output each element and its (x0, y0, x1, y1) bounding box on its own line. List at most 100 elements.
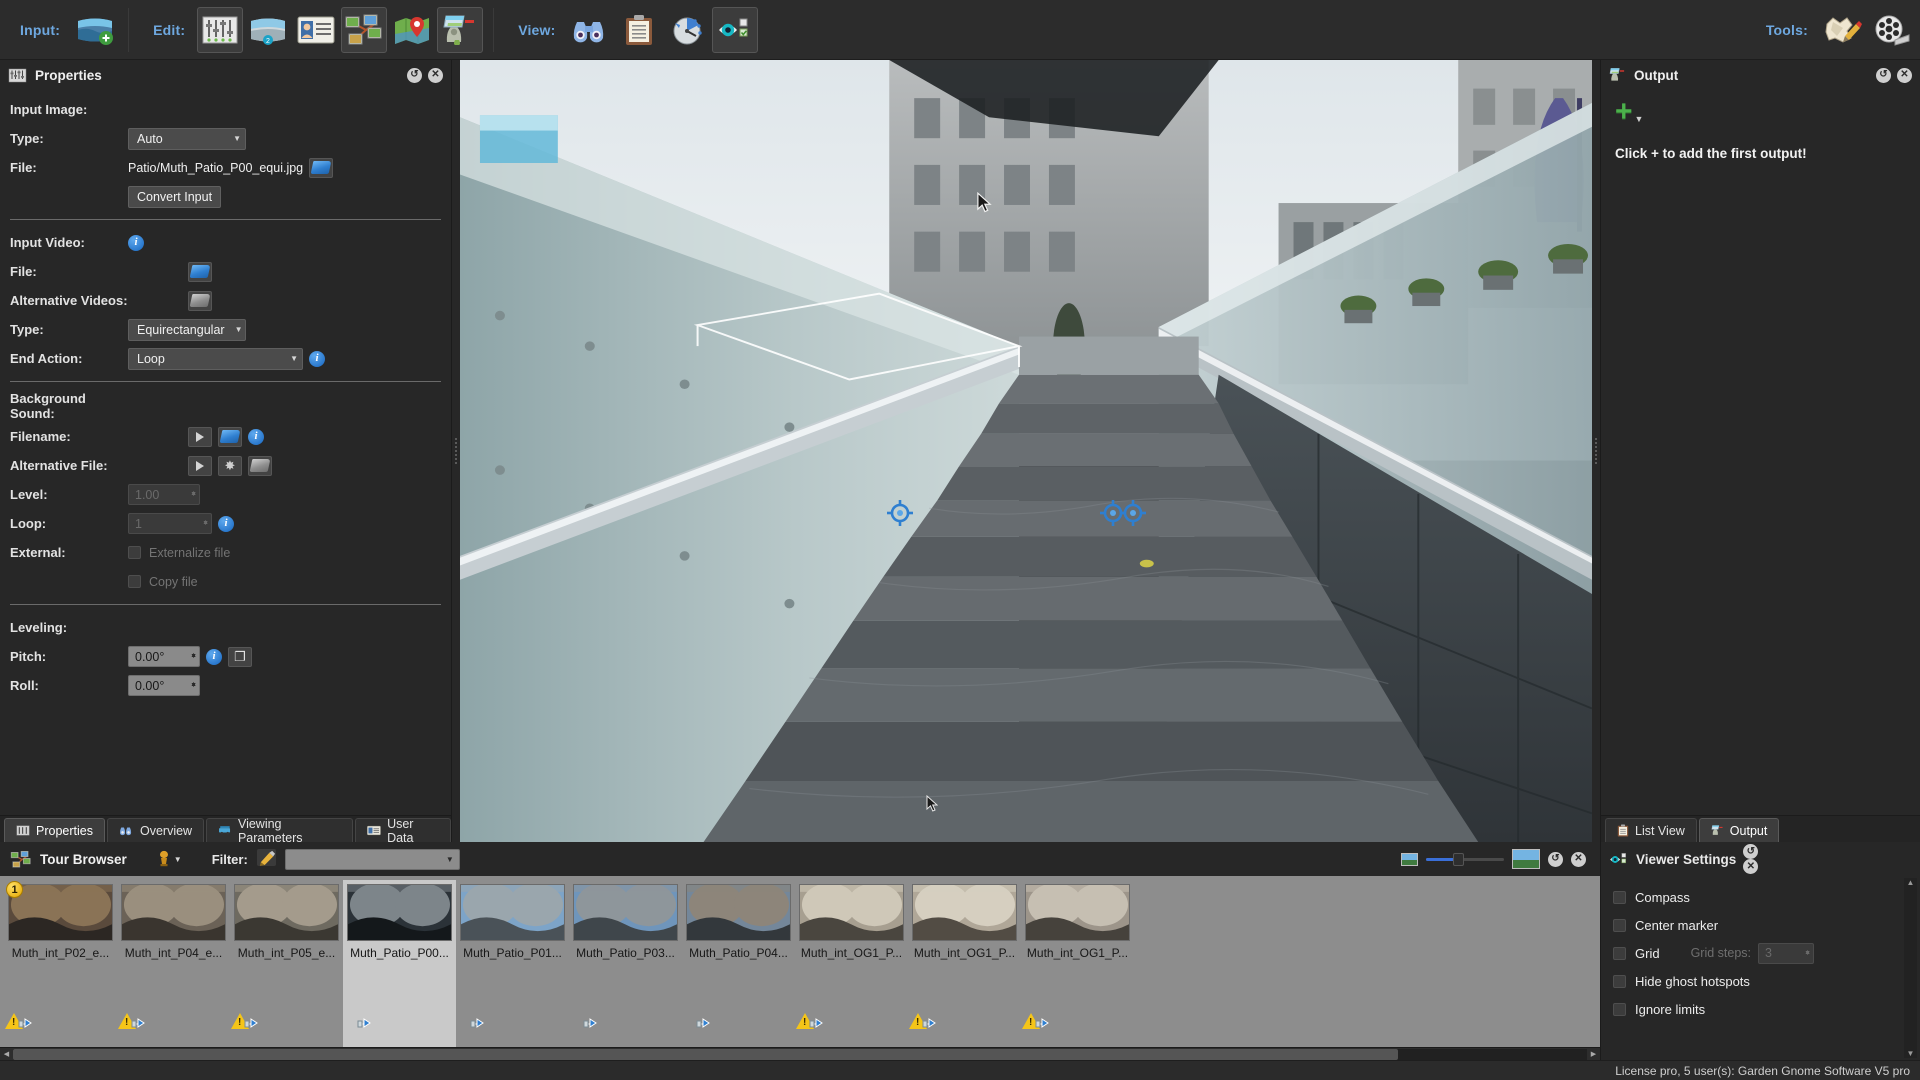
overview-tool-button[interactable] (568, 7, 614, 53)
filter-edit-button[interactable] (256, 848, 277, 870)
tab-properties[interactable]: Properties (4, 818, 105, 842)
tour-node-thumbnail[interactable]: Muth_int_P04_e... (117, 880, 230, 1047)
filter-input[interactable]: ▼ (285, 849, 460, 870)
play-alternative-sound-button[interactable] (188, 456, 212, 476)
hotspot-marker[interactable] (887, 500, 913, 526)
copy-pitch-button[interactable]: ❐ (228, 647, 252, 667)
tour-node-thumbnail[interactable]: 1Muth_int_P02_e... (4, 880, 117, 1047)
node-type-dropdown[interactable]: ▼ (157, 850, 182, 868)
end-action-info-icon[interactable]: i (309, 351, 325, 367)
grid-steps-stepper[interactable]: 3▲▼ (1758, 943, 1814, 964)
checkbox-icon[interactable] (1613, 947, 1626, 960)
viewer-setting-row[interactable]: Compass (1607, 883, 1920, 911)
small-thumbnail-icon (1401, 853, 1418, 866)
viewer-settings-scrollbar[interactable]: ▲ ▼ (1904, 878, 1917, 1058)
scrollbar-track[interactable] (13, 1049, 1587, 1060)
tour-node-thumbnail[interactable]: Muth_Patio_P03... (569, 880, 682, 1047)
browse-sound-file-button[interactable] (218, 427, 242, 447)
skin-editor-tool-button[interactable] (1820, 7, 1866, 53)
tour-node-thumbnail[interactable]: Muth_Patio_P01... (456, 880, 569, 1047)
panel-detach-button[interactable]: ↺ (1876, 68, 1891, 83)
copy-file-checkbox[interactable]: Copy file (128, 575, 198, 589)
input-image-type-select[interactable]: Auto ▼ (128, 128, 246, 150)
checkbox-icon[interactable] (1613, 975, 1626, 988)
end-action-select[interactable]: Loop ▼ (128, 348, 303, 370)
thumbnail-scrollbar[interactable]: ◀ ▶ (0, 1047, 1600, 1060)
viewer-setting-row[interactable]: GridGrid steps:3▲▼ (1607, 939, 1920, 967)
hotspot-marker[interactable] (1120, 500, 1146, 526)
panel-detach-button[interactable]: ↺ (1548, 852, 1563, 867)
play-sound-button[interactable] (188, 427, 212, 447)
viewer-setting-row[interactable]: Hide ghost hotspots (1607, 967, 1920, 995)
tour-node-thumbnail[interactable]: Muth_int_P05_e... (230, 880, 343, 1047)
panel-detach-button[interactable]: ↺ (407, 68, 422, 83)
new-input-panorama-button[interactable] (72, 7, 118, 53)
pitch-stepper[interactable]: 0.00° ▲▼ (128, 646, 200, 667)
map-tool-button[interactable] (389, 7, 435, 53)
patch-tool-button[interactable]: 2 (245, 7, 291, 53)
output-tool-button[interactable] (437, 7, 483, 53)
roll-stepper[interactable]: 0.00° ▲▼ (128, 675, 200, 696)
tab-viewing-parameters[interactable]: Viewing Parameters (206, 818, 353, 842)
scroll-left-icon[interactable]: ◀ (0, 1048, 13, 1061)
input-video-info-icon[interactable]: i (128, 235, 144, 251)
tour-node-thumbnail[interactable]: Muth_Patio_P00... (343, 880, 456, 1047)
tab-user-data[interactable]: User Data (355, 818, 451, 842)
tour-node-thumbnail[interactable]: Muth_Patio_P04... (682, 880, 795, 1047)
alternative-sound-settings-button[interactable]: ✸ (218, 456, 242, 476)
tour-nodes-icon (10, 850, 32, 869)
sound-filename-info-icon[interactable]: i (248, 429, 264, 445)
browse-input-image-button[interactable] (309, 158, 333, 178)
scroll-down-icon[interactable]: ▼ (1907, 1049, 1915, 1058)
thumbnail-size-control: ↺ ✕ (1401, 849, 1590, 869)
checkbox-icon[interactable] (1613, 891, 1626, 904)
tour-browser-tool-button[interactable] (341, 7, 387, 53)
properties-tool-button[interactable] (197, 7, 243, 53)
node-caption: Muth_int_OG1_P... (914, 946, 1015, 960)
pitch-info-icon[interactable]: i (206, 649, 222, 665)
panel-close-button[interactable]: ✕ (1571, 852, 1586, 867)
user-data-tool-button[interactable] (293, 7, 339, 53)
slider-knob[interactable] (1453, 853, 1464, 866)
viewer-settings-tool-button[interactable] (712, 7, 758, 53)
tab-overview[interactable]: Overview (107, 818, 204, 842)
sound-loop-stepper[interactable]: 1 ▲▼ (128, 513, 212, 534)
convert-input-button[interactable]: Convert Input (128, 186, 221, 208)
externalize-file-checkbox[interactable]: Externalize file (128, 546, 230, 560)
scroll-right-icon[interactable]: ▶ (1587, 1048, 1600, 1061)
input-video-type-select[interactable]: Equirectangular ▼ (128, 319, 246, 341)
sound-level-stepper[interactable]: 1.00 ▲▼ (128, 484, 200, 505)
hotspot-badge-icon (357, 1015, 373, 1031)
tab-output[interactable]: Output (1699, 818, 1780, 842)
checkbox-icon[interactable] (1613, 919, 1626, 932)
clipboard-icon (1617, 824, 1629, 837)
viewer-setting-row[interactable]: Ignore limits (1607, 995, 1920, 1023)
add-output-button[interactable]: + ▼ (1615, 100, 1906, 124)
list-view-tool-button[interactable] (616, 7, 662, 53)
panel-close-button[interactable]: ✕ (428, 68, 443, 83)
browse-alternative-videos-button[interactable] (188, 291, 212, 311)
panorama-viewport[interactable] (460, 60, 1592, 842)
panel-close-button[interactable]: ✕ (1743, 859, 1758, 874)
right-splitter[interactable] (1592, 60, 1600, 842)
tour-node-thumbnail[interactable]: Muth_int_OG1_P... (795, 880, 908, 1047)
scrollbar-thumb[interactable] (13, 1049, 1398, 1060)
grid-steps-value: 3 (1765, 946, 1772, 960)
tab-list-view[interactable]: List View (1605, 818, 1697, 842)
thumbnail-size-slider[interactable] (1426, 858, 1504, 861)
left-splitter[interactable] (452, 60, 460, 842)
video-tool-button[interactable] (1868, 7, 1914, 53)
panel-detach-button[interactable]: ↺ (1743, 844, 1758, 859)
tour-node-thumbnail[interactable]: Muth_int_OG1_P... (908, 880, 1021, 1047)
viewing-parameters-tool-button[interactable] (664, 7, 710, 53)
sound-loop-info-icon[interactable]: i (218, 516, 234, 532)
checkbox-icon[interactable] (1613, 1003, 1626, 1016)
tour-thumbnail-strip[interactable]: 1Muth_int_P02_e...Muth_int_P04_e...Muth_… (0, 876, 1600, 1047)
browse-input-video-button[interactable] (188, 262, 212, 282)
end-action-row: End Action: Loop ▼ i (10, 345, 441, 372)
panel-close-button[interactable]: ✕ (1897, 68, 1912, 83)
scroll-up-icon[interactable]: ▲ (1907, 878, 1915, 887)
browse-alternative-sound-button[interactable] (248, 456, 272, 476)
tour-node-thumbnail[interactable]: Muth_int_OG1_P... (1021, 880, 1134, 1047)
viewer-setting-row[interactable]: Center marker (1607, 911, 1920, 939)
